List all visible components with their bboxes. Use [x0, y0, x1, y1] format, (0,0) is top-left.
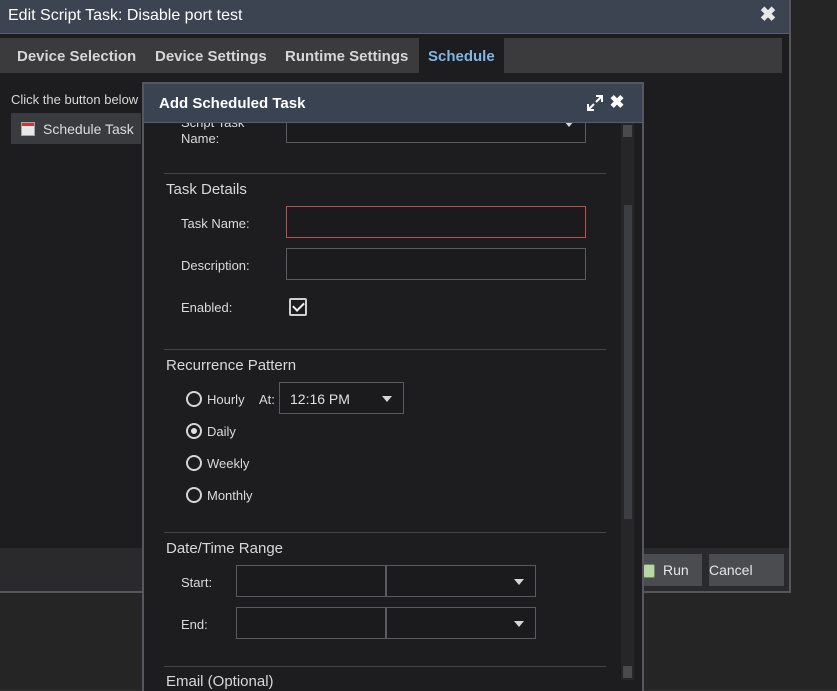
schedule-hint-text: Click the button below: [11, 92, 139, 107]
end-label: End:: [181, 617, 208, 632]
modal-title-bar[interactable]: Add Scheduled Task ✖: [144, 84, 642, 123]
start-label: Start:: [181, 575, 213, 590]
task-name-input[interactable]: [286, 206, 586, 238]
divider: [164, 666, 606, 667]
scroll-down-icon[interactable]: [623, 666, 632, 678]
chevron-down-icon: [382, 396, 392, 402]
hourly-radio[interactable]: [186, 391, 202, 407]
task-name-label: Task Name:: [181, 216, 250, 231]
chevron-down-icon: [514, 621, 524, 627]
chevron-down-icon: [564, 123, 574, 127]
modal-scroll-content[interactable]: Script Task Name: Task Details Task Name…: [144, 123, 622, 691]
cancel-button[interactable]: Cancel: [709, 554, 784, 586]
expand-icon[interactable]: [586, 94, 604, 112]
vertical-scrollbar[interactable]: [621, 123, 634, 680]
tab-runtime-settings[interactable]: Runtime Settings: [285, 38, 408, 73]
start-date-input[interactable]: [236, 565, 386, 597]
cancel-label: Cancel: [709, 562, 753, 578]
script-task-name-label: Script Task Name:: [181, 123, 244, 146]
modal-title: Add Scheduled Task: [159, 95, 306, 112]
divider: [164, 173, 606, 174]
scroll-up-icon[interactable]: [623, 125, 632, 137]
date-time-range-heading: Date/Time Range: [166, 540, 283, 557]
task-details-heading: Task Details: [166, 181, 247, 198]
end-time-select[interactable]: [386, 607, 536, 639]
at-label: At:: [259, 392, 275, 407]
daily-label: Daily: [207, 424, 236, 439]
end-date-input[interactable]: [236, 607, 386, 639]
description-label: Description:: [181, 258, 250, 273]
recurrence-pattern-heading: Recurrence Pattern: [166, 357, 297, 374]
add-scheduled-task-modal: Add Scheduled Task ✖ Script Task Name: T…: [142, 82, 644, 691]
divider: [164, 532, 606, 533]
script-task-name-select[interactable]: [286, 123, 586, 143]
divider: [164, 349, 606, 350]
tab-bar: Device Selection Device Settings Runtime…: [0, 38, 782, 73]
start-time-select[interactable]: [386, 565, 536, 597]
run-label: Run: [663, 562, 689, 578]
monthly-radio[interactable]: [186, 487, 202, 503]
schedule-task-button[interactable]: Schedule Task: [11, 113, 141, 144]
monthly-label: Monthly: [207, 488, 253, 503]
hourly-label: Hourly: [207, 392, 245, 407]
schedule-task-label: Schedule Task: [43, 121, 134, 137]
at-time-select[interactable]: 12:16 PM: [279, 382, 404, 414]
tab-device-selection[interactable]: Device Selection: [17, 38, 136, 73]
weekly-radio[interactable]: [186, 455, 202, 471]
enabled-label: Enabled:: [181, 300, 233, 315]
close-icon[interactable]: ✖: [758, 4, 778, 26]
enabled-checkbox[interactable]: [289, 298, 307, 316]
calendar-icon: [21, 122, 35, 136]
weekly-label: Weekly: [207, 456, 250, 471]
scrollbar-thumb[interactable]: [624, 205, 632, 519]
description-input[interactable]: [286, 248, 586, 280]
chevron-down-icon: [514, 579, 524, 585]
run-script-icon: [643, 564, 655, 578]
run-button[interactable]: Run: [638, 554, 702, 586]
daily-radio[interactable]: [186, 423, 202, 439]
email-heading: Email (Optional): [166, 673, 274, 690]
tab-schedule[interactable]: Schedule: [419, 38, 504, 73]
dialog-title-bar[interactable]: Edit Script Task: Disable port test ✖: [0, 0, 789, 34]
close-icon[interactable]: ✖: [609, 92, 625, 112]
dialog-title: Edit Script Task: Disable port test: [8, 7, 243, 24]
tab-device-settings[interactable]: Device Settings: [155, 38, 267, 73]
at-time-value: 12:16 PM: [290, 391, 350, 407]
